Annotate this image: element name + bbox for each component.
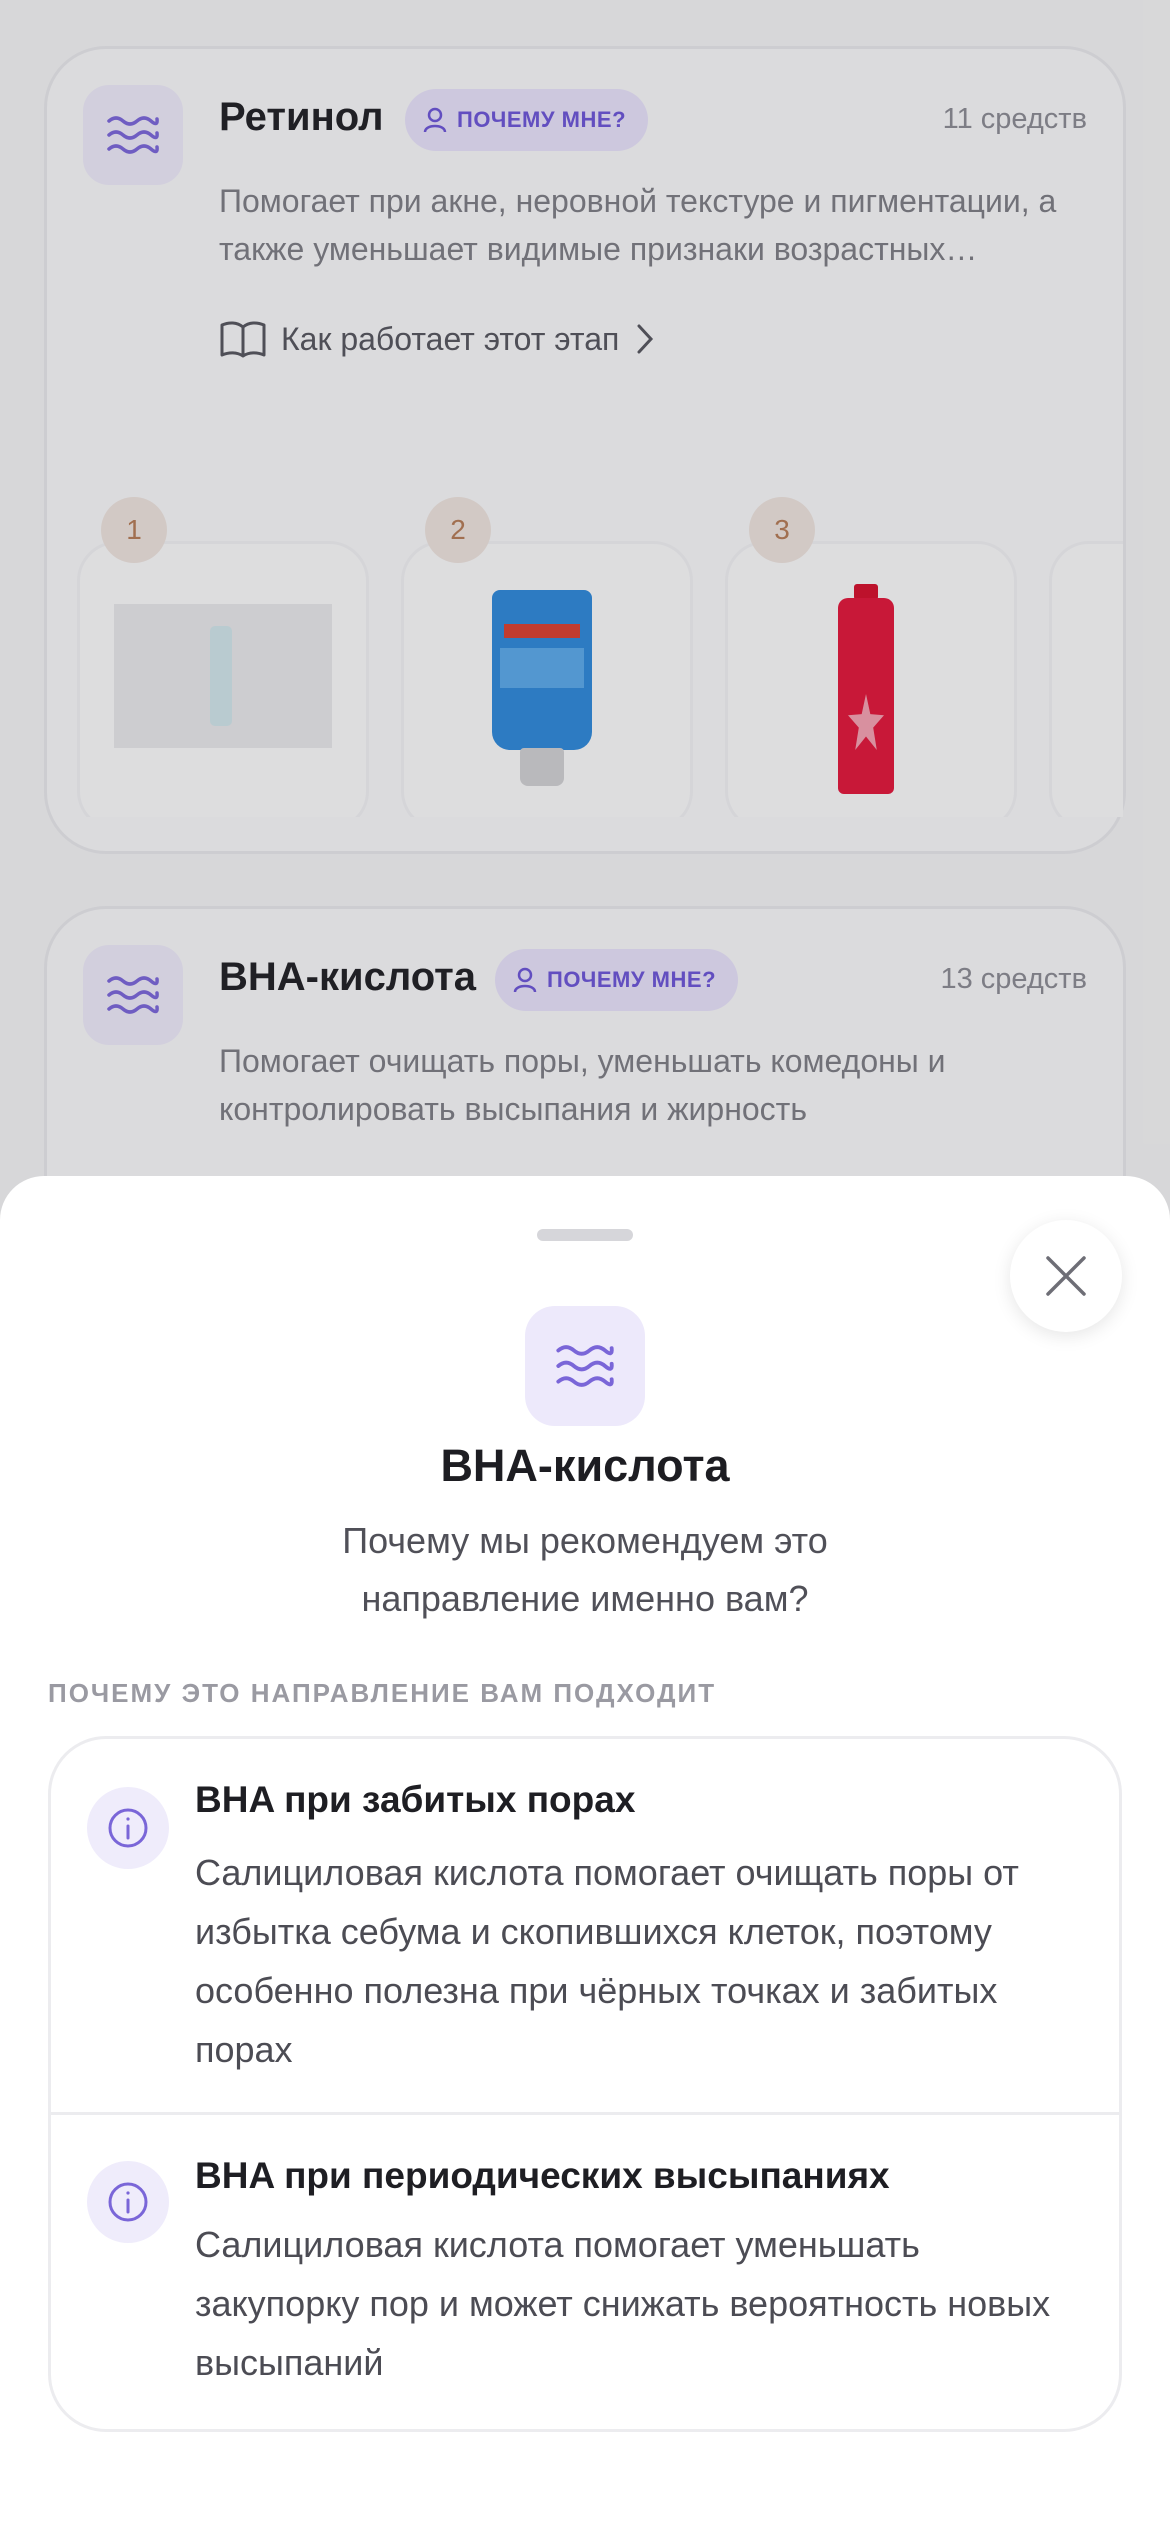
info-icon	[87, 2161, 169, 2243]
reason-item: BHA при периодических высыпаниях Салицил…	[51, 2115, 1119, 2429]
close-icon	[1046, 1256, 1086, 1296]
section-label: ПОЧЕМУ ЭТО НАПРАВЛЕНИЕ ВАМ ПОДХОДИТ	[48, 1678, 717, 1708]
reason-title: BHA при периодических высыпаниях	[195, 2155, 890, 2196]
reasons-list: BHA при забитых порах Салициловая кислот…	[48, 1736, 1122, 2432]
reason-title: BHA при забитых порах	[195, 1779, 636, 1820]
reason-item: BHA при забитых порах Салициловая кислот…	[51, 1739, 1119, 2115]
sheet-subtitle: Почему мы рекомендуем это направление им…	[342, 1520, 828, 1619]
info-icon	[87, 1787, 169, 1869]
bottom-sheet: BHA-кислота Почему мы рекомендуем это на…	[0, 1176, 1170, 2532]
sheet-drag-handle[interactable]	[537, 1229, 633, 1241]
close-button[interactable]	[1010, 1220, 1122, 1332]
waves-icon	[525, 1306, 645, 1426]
screen: Ретинол ПОЧЕМУ МНЕ? 11 средств Помогает …	[0, 0, 1170, 2532]
reason-text: Салициловая кислота помогает очищать пор…	[195, 1852, 1019, 2070]
sheet-title: BHA-кислота	[440, 1440, 730, 1491]
reason-text: Салициловая кислота помогает уменьшать з…	[195, 2224, 1051, 2383]
